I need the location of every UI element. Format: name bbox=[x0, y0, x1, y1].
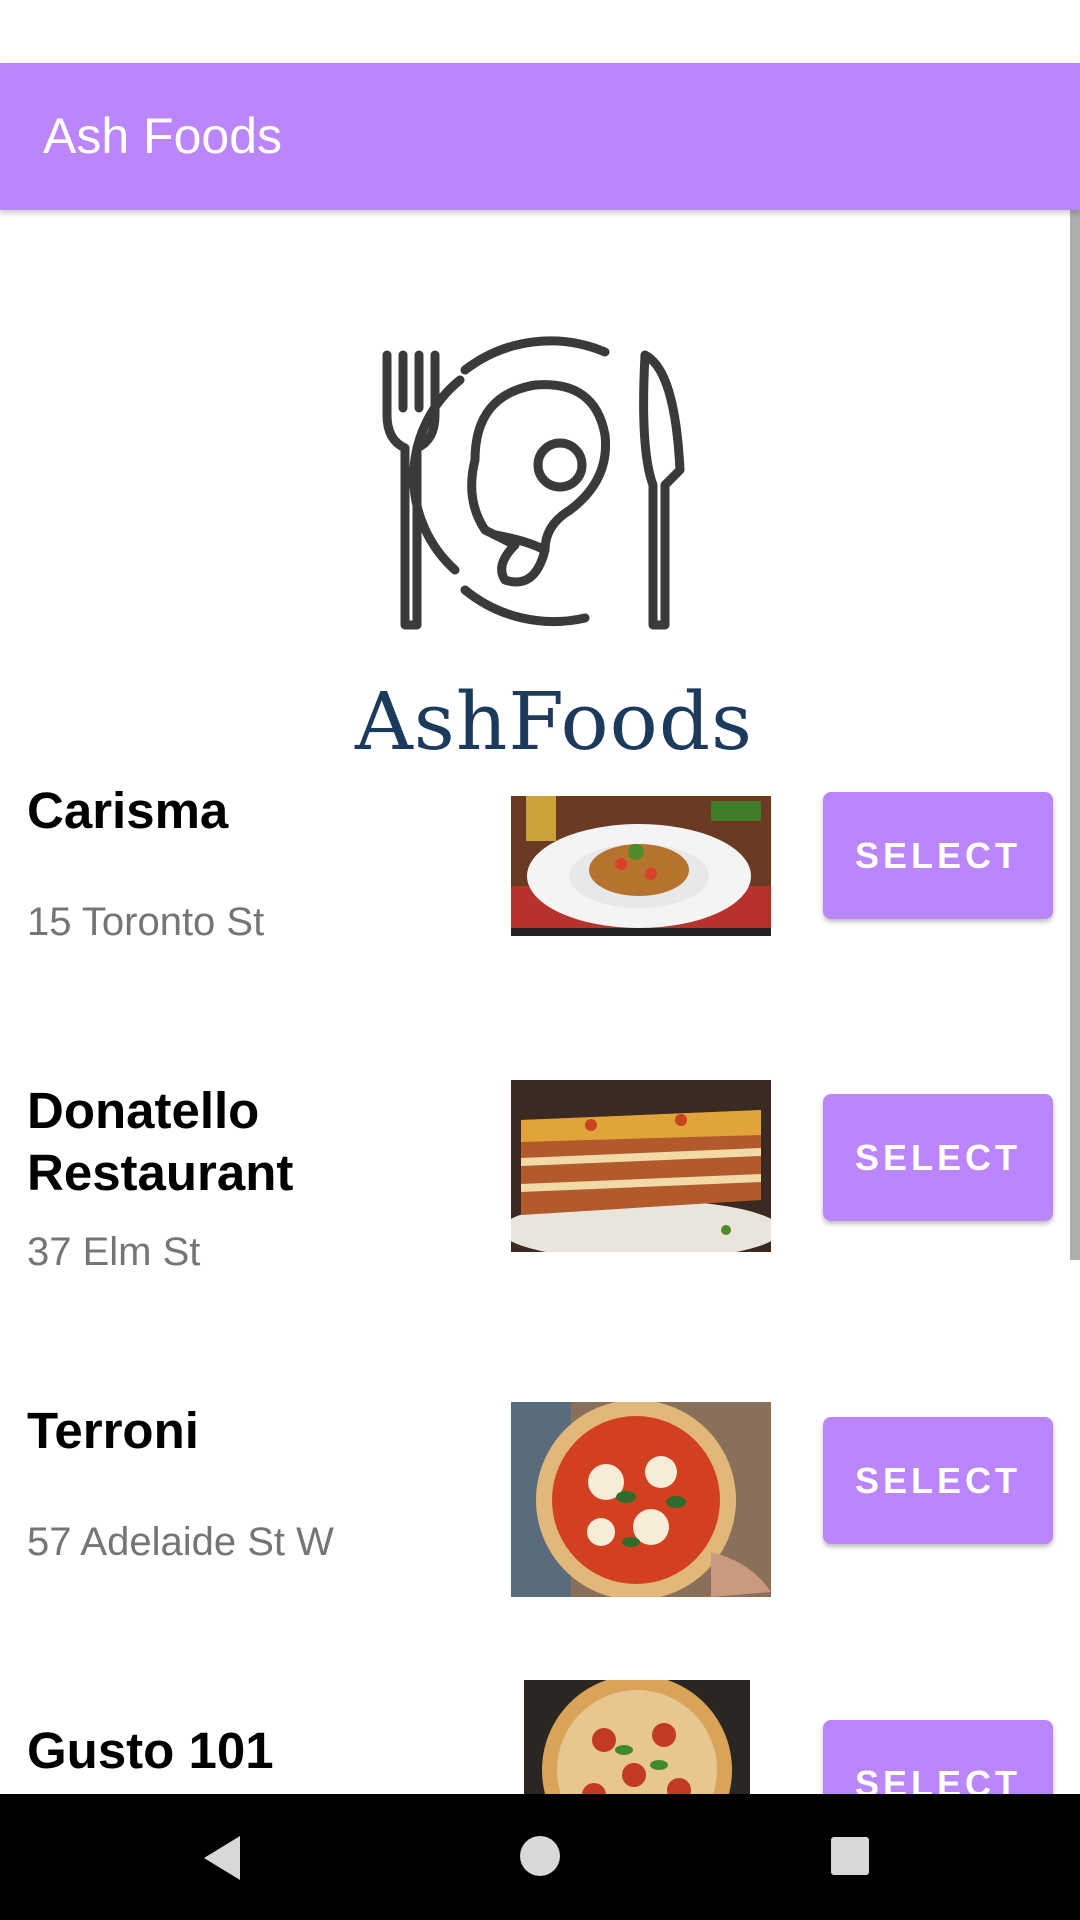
app-bar: Ash Foods bbox=[0, 63, 1080, 210]
app-title: Ash Foods bbox=[43, 108, 283, 164]
navigation-bar bbox=[0, 1794, 1080, 1920]
list-item: Donatello Restaurant 37 Elm St SELECT bbox=[0, 1070, 1080, 1290]
plate-fork-knife-icon bbox=[382, 336, 685, 630]
back-triangle-icon[interactable] bbox=[200, 1834, 244, 1882]
select-button[interactable]: SELECT bbox=[823, 1720, 1053, 1794]
pepperoni-pizza-photo bbox=[524, 1680, 750, 1794]
select-button[interactable]: SELECT bbox=[823, 1094, 1053, 1221]
home-circle-icon[interactable] bbox=[518, 1834, 562, 1878]
logo-text: AshFoods bbox=[355, 675, 754, 768]
restaurant-name: Carisma bbox=[27, 782, 229, 839]
select-button[interactable]: SELECT bbox=[823, 1417, 1053, 1544]
restaurant-address: 15 Toronto St bbox=[27, 900, 265, 944]
list-item: Terroni 57 Adelaide St W SELECT bbox=[0, 1390, 1080, 1610]
lasagna-photo bbox=[511, 1080, 771, 1252]
restaurant-list[interactable]: AshFoods Carisma 15 Toronto St SELECT Do… bbox=[0, 210, 1080, 1794]
ashfoods-logo: AshFoods bbox=[355, 300, 752, 768]
list-item: Gusto 101 SELECT bbox=[0, 1680, 1080, 1794]
restaurant-address: 57 Adelaide St W bbox=[27, 1520, 334, 1564]
margherita-pizza-photo bbox=[511, 1402, 771, 1597]
status-bar bbox=[0, 0, 1080, 63]
recents-square-icon[interactable] bbox=[830, 1836, 870, 1876]
restaurant-name: Terroni bbox=[27, 1402, 199, 1459]
list-item: Carisma 15 Toronto St SELECT bbox=[0, 770, 1080, 970]
select-button[interactable]: SELECT bbox=[823, 792, 1053, 919]
restaurant-name: Gusto 101 bbox=[27, 1722, 274, 1779]
restaurant-address: 37 Elm St bbox=[27, 1230, 201, 1274]
spaghetti-dish-photo bbox=[511, 796, 771, 936]
restaurant-name: Donatello Restaurant bbox=[27, 1082, 294, 1201]
